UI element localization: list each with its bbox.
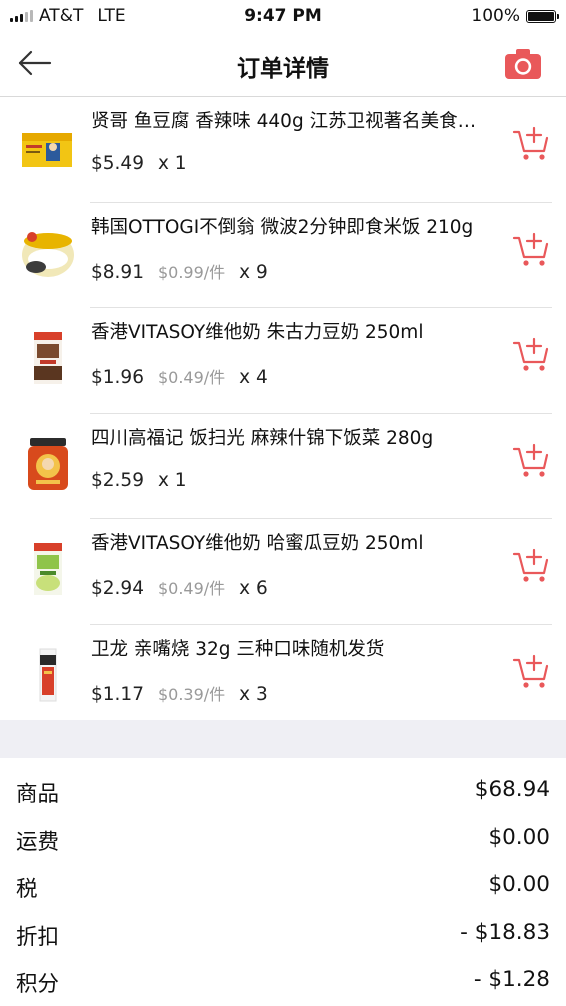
product-thumbnail xyxy=(22,133,72,167)
summary-label: 积分 xyxy=(16,972,60,997)
order-item[interactable]: 四川高福记 饭扫光 麻辣什锦下饭菜 280g $2.59 x 1 xyxy=(0,414,566,519)
order-item[interactable]: 卫龙 亲嘴烧 32g 三种口味随机发货 $1.17 $0.39/件 x 3 xyxy=(0,625,566,730)
summary-label: 税 xyxy=(16,877,38,902)
product-quantity: x 4 xyxy=(239,367,268,388)
add-to-cart-icon xyxy=(512,337,549,371)
add-to-cart-button[interactable] xyxy=(512,231,550,269)
product-price: $1.17 xyxy=(91,683,144,705)
product-thumbnail xyxy=(39,648,57,701)
add-to-cart-icon xyxy=(512,548,549,582)
product-quantity: x 1 xyxy=(157,469,187,491)
summary-row-tax: 税 $0.00 xyxy=(0,863,566,911)
summary-label: 商品 xyxy=(16,782,60,807)
summary-value: - $1.28 xyxy=(473,967,550,992)
price-row: $2.94 $0.49/件 x 6 xyxy=(91,575,268,599)
product-quantity: x 3 xyxy=(239,683,268,705)
page-title: 订单详情 xyxy=(237,56,329,82)
order-item-list: 贤哥 鱼豆腐 香辣味 440g 江苏卫视著名美食节目推荐 $5.49 x 1 韩… xyxy=(0,97,566,730)
product-name: 韩国OTTOGI不倒翁 微波2分钟即食米饭 210g xyxy=(91,216,474,238)
camera-button[interactable] xyxy=(504,48,542,80)
add-to-cart-button[interactable] xyxy=(512,653,550,691)
price-row: $8.91 $0.99/件 x 9 xyxy=(91,259,268,283)
order-item[interactable]: 韩国OTTOGI不倒翁 微波2分钟即食米饭 210g $8.91 $0.99/件… xyxy=(0,203,566,308)
summary-label: 运费 xyxy=(16,829,60,855)
price-row: $2.59 x 1 xyxy=(91,470,187,491)
status-bar: AT&T LTE 9:47 PM 100% xyxy=(0,0,566,32)
product-thumbnail xyxy=(34,543,62,595)
price-row: $1.96 $0.49/件 x 4 xyxy=(91,364,268,388)
summary-value: - $18.83 xyxy=(460,919,550,945)
battery-percent: 100% xyxy=(471,6,520,26)
add-to-cart-button[interactable] xyxy=(512,547,550,585)
product-name: 香港VITASOY维他奶 朱古力豆奶 250ml xyxy=(91,322,424,343)
status-right: 100% xyxy=(471,6,559,26)
unit-price: $0.39/件 xyxy=(157,684,226,704)
product-price: $8.91 xyxy=(91,261,144,283)
add-to-cart-icon xyxy=(512,232,549,266)
product-name: 贤哥 鱼豆腐 香辣味 440g 江苏卫视著名美食节目推荐 xyxy=(91,111,491,132)
section-gap xyxy=(0,720,566,758)
add-to-cart-icon xyxy=(512,654,549,688)
summary-value: $0.00 xyxy=(488,872,550,897)
nav-header: 订单详情 xyxy=(0,32,566,97)
order-item[interactable]: 贤哥 鱼豆腐 香辣味 440g 江苏卫视著名美食节目推荐 $5.49 x 1 xyxy=(0,97,566,203)
summary-value: $68.94 xyxy=(474,777,550,802)
summary-label: 折扣 xyxy=(16,924,60,950)
summary-row-shipping: 运费 $0.00 xyxy=(0,816,566,864)
product-name: 卫龙 亲嘴烧 32g 三种口味随机发货 xyxy=(91,638,385,660)
product-quantity: x 6 xyxy=(239,578,268,599)
product-quantity: x 9 xyxy=(239,261,268,283)
product-price: $2.59 xyxy=(91,469,144,491)
price-row: $1.17 $0.39/件 x 3 xyxy=(91,681,268,705)
add-to-cart-icon xyxy=(512,126,549,160)
product-price: $5.49 xyxy=(91,153,144,174)
summary-row-subtotal: 商品 $68.94 xyxy=(0,768,566,816)
product-name: 香港VITASOY维他奶 哈蜜瓜豆奶 250ml xyxy=(91,533,424,554)
unit-price: $0.49/件 xyxy=(157,368,226,387)
product-thumbnail xyxy=(22,231,74,277)
camera-icon xyxy=(505,49,541,79)
product-thumbnail xyxy=(34,332,62,384)
add-to-cart-button[interactable] xyxy=(512,336,550,374)
product-price: $2.94 xyxy=(91,578,144,599)
summary-row-discount: 折扣 - $18.83 xyxy=(0,911,566,959)
add-to-cart-button[interactable] xyxy=(512,125,550,163)
product-quantity: x 1 xyxy=(157,153,187,174)
order-item[interactable]: 香港VITASOY维他奶 哈蜜瓜豆奶 250ml $2.94 $0.49/件 x… xyxy=(0,519,566,625)
unit-price: $0.49/件 xyxy=(157,579,226,598)
battery-icon xyxy=(526,9,559,23)
unit-price: $0.99/件 xyxy=(157,262,226,282)
summary-row-points: 积分 - $1.28 xyxy=(0,958,566,1006)
order-summary: 商品 $68.94 运费 $0.00 税 $0.00 折扣 - $18.83 积… xyxy=(0,768,566,1006)
add-to-cart-icon xyxy=(512,443,549,477)
product-thumbnail xyxy=(28,437,68,490)
add-to-cart-button[interactable] xyxy=(512,442,550,480)
product-name: 四川高福记 饭扫光 麻辣什锦下饭菜 280g xyxy=(91,427,434,449)
product-price: $1.96 xyxy=(91,367,144,388)
order-item[interactable]: 香港VITASOY维他奶 朱古力豆奶 250ml $1.96 $0.49/件 x… xyxy=(0,308,566,414)
summary-value: $0.00 xyxy=(488,824,550,850)
price-row: $5.49 x 1 xyxy=(91,153,187,174)
